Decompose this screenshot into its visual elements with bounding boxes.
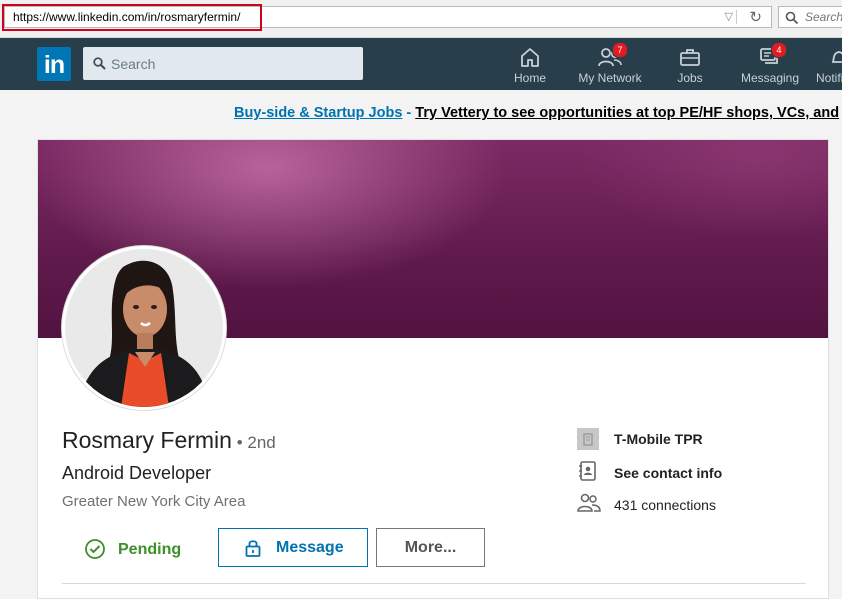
- ad-text[interactable]: Try Vettery to see opportunities at top …: [415, 105, 839, 121]
- nav-label-home: Home: [513, 71, 546, 85]
- check-circle-icon: [85, 539, 105, 559]
- profile-headline: Android Developer: [62, 463, 212, 483]
- nav-item-jobs[interactable]: Jobs: [662, 38, 718, 90]
- connections-icon: [577, 493, 601, 512]
- sponsored-ad[interactable]: Buy-side & Startup Jobs - Try Vettery to…: [234, 105, 839, 121]
- nav-item-my-network[interactable]: 7 My Network: [572, 38, 648, 90]
- url-highlight-box: [2, 4, 262, 31]
- linkedin-logo[interactable]: in: [37, 47, 71, 81]
- lock-icon: [245, 540, 261, 557]
- browser-toolbar: https://www.linkedin.com/in/rosmaryfermi…: [0, 0, 842, 38]
- chevron-down-icon[interactable]: ▽: [725, 10, 733, 23]
- message-button[interactable]: Message: [218, 528, 368, 567]
- connections-text[interactable]: 431 connections: [614, 497, 716, 513]
- bell-icon: [831, 51, 842, 63]
- nav-label-messaging: Messaging: [740, 71, 800, 85]
- search-icon: [93, 57, 106, 70]
- search-placeholder: Search: [111, 56, 156, 72]
- search-icon: [785, 11, 799, 25]
- browser-search-placeholder: Search: [805, 10, 842, 24]
- profile-photo-image: [65, 249, 223, 407]
- more-button[interactable]: More...: [376, 528, 485, 567]
- contact-info-link[interactable]: See contact info: [614, 465, 722, 481]
- browser-search-box[interactable]: Search: [778, 6, 842, 28]
- nav-label-notifications: Notifi: [816, 71, 842, 85]
- home-icon: [521, 48, 539, 67]
- nav-label-my-network: My Network: [578, 71, 642, 85]
- message-button-label: Message: [276, 539, 344, 556]
- messaging-badge: 4: [771, 42, 787, 58]
- address-bar-divider: [736, 10, 737, 24]
- linkedin-navbar: in Search Home 7 My Network Jobs 4 Messa…: [0, 38, 842, 90]
- nav-label-jobs: Jobs: [677, 71, 703, 85]
- nav-item-messaging[interactable]: 4 Messaging: [736, 38, 804, 90]
- company-name[interactable]: T-Mobile TPR: [614, 431, 703, 447]
- pending-label: Pending: [118, 541, 182, 558]
- connection-degree: • 2nd: [231, 433, 276, 452]
- profile-name: Rosmary Fermin • 2nd: [62, 427, 276, 454]
- address-book-icon: [579, 461, 596, 481]
- profile-card: Rosmary Fermin • 2nd Android Developer G…: [37, 139, 829, 599]
- nav-item-home[interactable]: Home: [500, 38, 560, 90]
- ad-link[interactable]: Buy-side & Startup Jobs: [234, 105, 402, 121]
- profile-location: Greater New York City Area: [62, 493, 246, 510]
- ad-separator: -: [402, 105, 416, 121]
- briefcase-icon: [680, 49, 700, 66]
- network-badge: 7: [612, 42, 628, 58]
- nav-item-notifications[interactable]: Notifi: [814, 38, 842, 90]
- card-divider: [62, 583, 806, 584]
- profile-name-text: Rosmary Fermin: [62, 427, 232, 453]
- refresh-icon[interactable]: ↻: [749, 8, 762, 26]
- search-input[interactable]: Search: [83, 47, 363, 80]
- company-logo-icon: [577, 428, 599, 450]
- profile-photo[interactable]: [62, 246, 226, 410]
